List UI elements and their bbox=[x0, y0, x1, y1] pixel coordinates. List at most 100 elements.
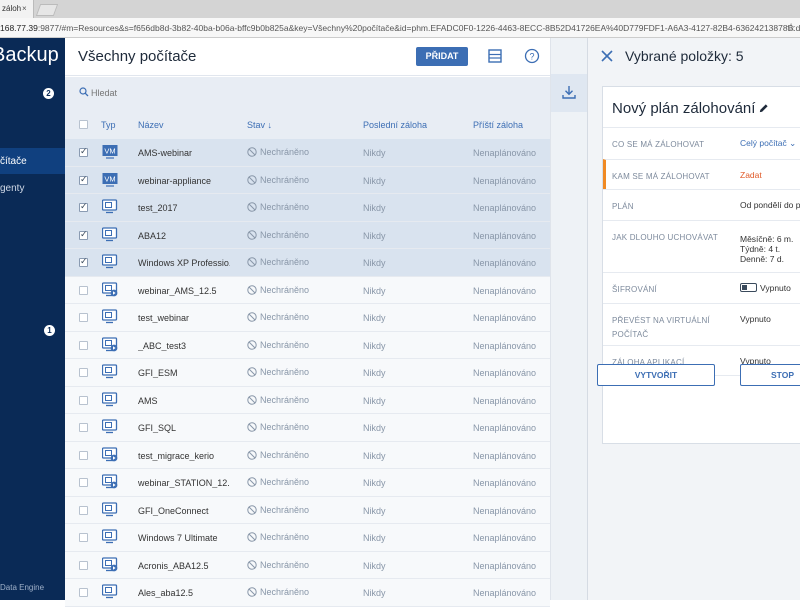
help-icon[interactable]: ? bbox=[524, 48, 540, 64]
plan-row-encryption[interactable]: ŠIFROVÁNÍ Vypnuto bbox=[603, 272, 800, 303]
row-checkbox[interactable] bbox=[79, 340, 88, 350]
plan-row-where[interactable]: KAM SE MÁ ZÁLOHOVAT Zadat bbox=[603, 159, 800, 189]
computer-icon bbox=[102, 529, 118, 544]
computer-app-icon bbox=[102, 336, 118, 351]
plan-row-retention[interactable]: JAK DLOUHO UCHOVÁVAT Měsíčně: 6 m. Týdně… bbox=[603, 220, 800, 272]
encryption-value[interactable]: Vypnuto bbox=[740, 283, 791, 293]
table-row[interactable]: _ABC_test3 Nechráněno Nikdy Nenaplánováno bbox=[65, 331, 550, 359]
table-row[interactable]: GFI_SQL Nechráněno Nikdy Nenaplánováno bbox=[65, 414, 550, 442]
row-name[interactable]: _ABC_test3 bbox=[138, 341, 186, 351]
row-checkbox[interactable] bbox=[79, 174, 88, 185]
row-name[interactable]: Windows 7 Ultimate bbox=[138, 533, 218, 543]
row-checkbox[interactable] bbox=[79, 229, 88, 240]
row-status-text: Nechráněno bbox=[260, 257, 310, 267]
row-status-text: Nechráněno bbox=[260, 422, 310, 432]
column-header-next-backup[interactable]: Příští záloha bbox=[473, 120, 523, 130]
add-button[interactable]: PŘIDAT bbox=[416, 47, 468, 66]
row-checkbox[interactable] bbox=[79, 146, 88, 157]
convert-vm-value[interactable]: Vypnuto bbox=[740, 314, 771, 324]
what-to-backup-dropdown[interactable]: Celý počítač ⌄ bbox=[740, 138, 796, 148]
column-header-type[interactable]: Typ bbox=[101, 120, 116, 130]
table-row[interactable]: Windows XP Professio... Nechráněno Nikdy Ne… bbox=[65, 249, 550, 277]
encryption-toggle[interactable] bbox=[740, 283, 757, 292]
row-name[interactable]: test_webinar bbox=[138, 313, 189, 323]
row-name[interactable]: test_migrace_kerio bbox=[138, 451, 214, 461]
search-input[interactable] bbox=[91, 85, 391, 101]
row-name[interactable]: test_2017 bbox=[138, 203, 178, 213]
row-last-backup: Nikdy bbox=[363, 285, 386, 296]
plan-row-convert-vm[interactable]: PŘEVÉST NA VIRTUÁLNÍ POČÍTAČ Vypnuto bbox=[603, 303, 800, 345]
row-name[interactable]: Acronis_ABA12.5 bbox=[138, 561, 209, 571]
row-next-backup: Nenaplánováno bbox=[473, 230, 537, 241]
table-row[interactable]: AMS Nechráněno Nikdy Nenaplánováno bbox=[65, 386, 550, 414]
row-checkbox[interactable] bbox=[79, 478, 88, 487]
plan-title[interactable]: Nový plán zálohování bbox=[612, 100, 769, 117]
table-row[interactable]: Ales_aba12.5 Nechráněno Nikdy Nenaplánováno bbox=[65, 579, 550, 607]
table-row[interactable]: Acronis_ABA12.5 Nechráněno Nikdy Nenaplánov… bbox=[65, 551, 550, 579]
main-content: Všechny počítače PŘIDAT ? Typ Název Stav… bbox=[65, 38, 576, 607]
row-name[interactable]: Ales_aba12.5 bbox=[138, 588, 193, 598]
not-protected-icon bbox=[247, 504, 257, 515]
table-row[interactable]: Windows 7 Ultimate Nechráněno Nikdy Nenaplá… bbox=[65, 524, 550, 552]
row-checkbox[interactable] bbox=[79, 201, 88, 212]
notification-badge[interactable]: 2 bbox=[43, 88, 54, 99]
tab-close-icon[interactable]: × bbox=[22, 4, 27, 13]
plan-row-what[interactable]: CO SE MÁ ZÁLOHOVAT Celý počítač ⌄ bbox=[603, 127, 800, 159]
row-checkbox[interactable] bbox=[79, 450, 88, 460]
row-checkbox[interactable] bbox=[79, 560, 88, 570]
table-row[interactable]: test_migrace_kerio Nechráněno Nikdy Nenaplá… bbox=[65, 441, 550, 469]
row-status: Nechráněno bbox=[247, 560, 309, 570]
table-row[interactable]: test_2017 Nechráněno Nikdy Nenaplánováno bbox=[65, 194, 550, 222]
download-button[interactable] bbox=[551, 74, 588, 112]
sidebar-item-agents[interactable]: genty bbox=[0, 175, 65, 201]
where-to-backup-link[interactable]: Zadat bbox=[740, 170, 762, 180]
layout-toggle-icon[interactable] bbox=[487, 48, 503, 64]
row-checkbox[interactable] bbox=[79, 368, 88, 377]
row-name[interactable]: webinar_STATION_12.5 bbox=[138, 478, 230, 488]
row-checkbox[interactable] bbox=[79, 423, 88, 432]
close-icon[interactable] bbox=[601, 50, 613, 62]
row-next-backup: Nenaplánováno bbox=[473, 175, 537, 186]
row-name[interactable]: GFI_OneConnect bbox=[138, 506, 209, 516]
create-button[interactable]: VYTVOŘIT bbox=[597, 364, 715, 386]
column-header-status[interactable]: Stav ↓ bbox=[247, 120, 272, 130]
row-checkbox[interactable] bbox=[79, 256, 88, 267]
table-row[interactable]: VM AMS-webinar Nechráněno Nikdy Nenaplánován… bbox=[65, 139, 550, 167]
row-name[interactable]: webinar-appliance bbox=[138, 176, 211, 186]
table-row[interactable]: webinar_STATION_12.5 Nechráněno Nikdy Nenap… bbox=[65, 469, 550, 497]
row-name[interactable]: webinar_AMS_12.5 bbox=[138, 286, 217, 296]
table-row[interactable]: ABA12 Nechráněno Nikdy Nenaplánováno bbox=[65, 221, 550, 249]
row-checkbox[interactable] bbox=[79, 395, 88, 405]
browser-tab[interactable]: záloh × bbox=[0, 0, 34, 18]
pencil-edit-icon[interactable] bbox=[758, 103, 769, 114]
column-header-name[interactable]: Název bbox=[138, 120, 164, 130]
address-bar[interactable]: 168.77.39:9877/#m=Resources&s=f656db8d-3… bbox=[0, 18, 800, 38]
bookmark-star-icon[interactable]: ☆ bbox=[786, 21, 796, 34]
row-name[interactable]: AMS bbox=[138, 396, 158, 406]
new-tab-button[interactable] bbox=[35, 4, 59, 16]
row-name[interactable]: AMS-webinar bbox=[138, 148, 192, 158]
row-checkbox[interactable] bbox=[79, 505, 88, 515]
schedule-value[interactable]: Od pondělí do pá bbox=[740, 200, 800, 210]
column-header-last-backup[interactable]: Poslední záloha bbox=[363, 120, 427, 130]
row-name[interactable]: GFI_SQL bbox=[138, 423, 176, 433]
plan-row-schedule[interactable]: PLÁN Od pondělí do pá bbox=[603, 189, 800, 220]
table-row[interactable]: VM webinar-appliance Nechráněno Nikdy Nenapl… bbox=[65, 166, 550, 194]
row-checkbox[interactable] bbox=[79, 588, 88, 597]
sidebar-item-computers[interactable]: čítače bbox=[0, 148, 65, 174]
row-checkbox[interactable] bbox=[79, 533, 88, 542]
table-row[interactable]: webinar_AMS_12.5 Nechráněno Nikdy Nenapláno… bbox=[65, 276, 550, 304]
row-checkbox[interactable] bbox=[79, 313, 88, 322]
select-all-checkbox[interactable] bbox=[79, 120, 88, 129]
table-row[interactable]: GFI_OneConnect Nechráněno Nikdy Nenaplánová… bbox=[65, 496, 550, 524]
computer-icon bbox=[102, 226, 118, 241]
table-row[interactable]: GFI_ESM Nechráněno Nikdy Nenaplánováno bbox=[65, 359, 550, 387]
row-status: Nechráněno bbox=[247, 367, 309, 377]
row-status-text: Nechráněno bbox=[260, 147, 310, 157]
stop-button[interactable]: STOP bbox=[740, 364, 800, 386]
table-row[interactable]: test_webinar Nechráněno Nikdy Nenaplánováno bbox=[65, 304, 550, 332]
row-name[interactable]: Windows XP Professio... bbox=[138, 258, 230, 268]
row-checkbox[interactable] bbox=[79, 285, 88, 295]
row-name[interactable]: ABA12 bbox=[138, 231, 166, 241]
row-name[interactable]: GFI_ESM bbox=[138, 368, 178, 378]
